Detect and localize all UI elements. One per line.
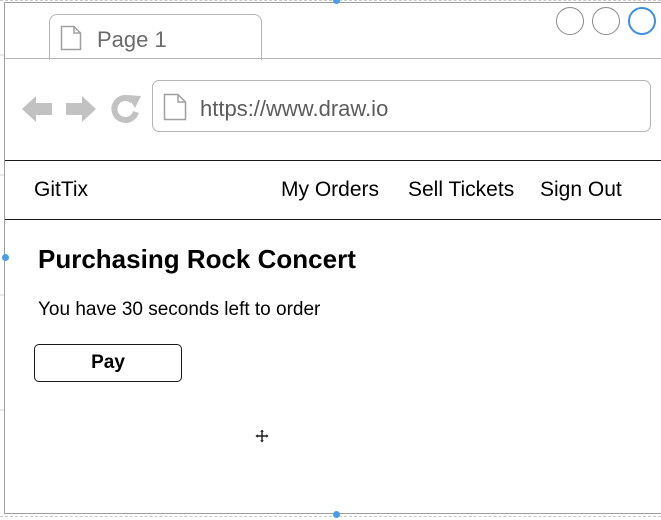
canvas-top-guide — [0, 0, 661, 1]
selection-handle-left[interactable] — [2, 254, 9, 261]
pay-button[interactable]: Pay — [34, 344, 182, 382]
document-icon — [163, 93, 187, 121]
page-title: Purchasing Rock Concert — [38, 244, 356, 274]
document-icon — [60, 25, 82, 51]
address-bar[interactable]: https://www.draw.io — [152, 80, 651, 132]
window-button-close[interactable] — [628, 7, 656, 35]
url-text: https://www.draw.io — [200, 96, 389, 121]
window-button-minimize[interactable] — [556, 7, 584, 35]
back-arrow-icon[interactable] — [20, 92, 54, 126]
forward-arrow-icon[interactable] — [64, 92, 98, 126]
tab-title: Page 1 — [97, 27, 167, 52]
countdown-text: You have 30 seconds left to order — [38, 299, 321, 320]
tabbar-divider — [5, 58, 661, 59]
browser-tab[interactable]: Page 1 — [49, 14, 262, 60]
selection-handle-bottom[interactable] — [333, 511, 340, 518]
nav-link-sell-tickets[interactable]: Sell Tickets — [408, 178, 514, 202]
move-cursor-icon — [254, 428, 270, 444]
window-button-maximize[interactable] — [592, 7, 620, 35]
reload-icon[interactable] — [108, 92, 142, 126]
brand-link[interactable]: GitTix — [34, 178, 88, 202]
nav-link-my-orders[interactable]: My Orders — [281, 178, 379, 202]
canvas-bottom-guide — [0, 516, 661, 517]
app-navbar: GitTix My Orders Sell Tickets Sign Out — [5, 160, 661, 220]
nav-link-sign-out[interactable]: Sign Out — [540, 178, 622, 202]
